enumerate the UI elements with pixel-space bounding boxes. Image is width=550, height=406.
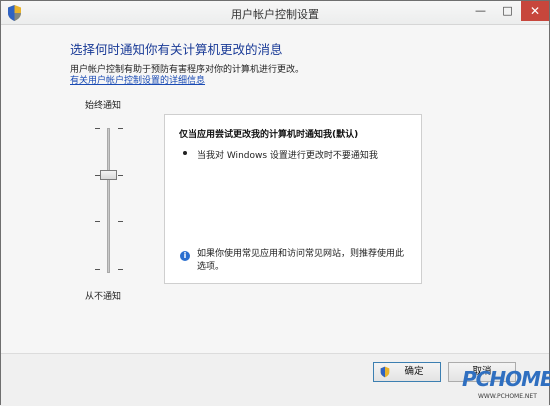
- bullet-dot: [183, 151, 187, 155]
- setting-bullet-text: 当我对 Windows 设置进行更改时不要通知我: [197, 151, 378, 161]
- title-bar: 用户帐户控制设置 — □ ✕: [1, 1, 549, 25]
- page-heading: 选择何时通知你有关计算机更改的消息: [70, 42, 283, 57]
- uac-shield-icon: [380, 366, 390, 378]
- minimize-button[interactable]: —: [467, 1, 494, 21]
- watermark: PCHOME WWW.PCHOME.NET: [456, 361, 550, 406]
- setting-description-panel: 仅当应用尝试更改我的计算机时通知我(默认) 当我对 Windows 设置进行更改…: [164, 114, 422, 284]
- slider-tick: [118, 269, 123, 270]
- slider-thumb[interactable]: [100, 170, 117, 180]
- maximize-button[interactable]: □: [494, 1, 521, 21]
- notification-slider-track[interactable]: [107, 128, 110, 273]
- slider-tick: [118, 221, 123, 222]
- watermark-url: WWW.PCHOME.NET: [478, 393, 537, 400]
- recommendation-text: 如果你使用常见应用和访问常见网站，则推荐使用此选项。: [197, 249, 405, 272]
- slider-tick: [118, 175, 123, 176]
- ok-button-label: 确定: [404, 366, 424, 377]
- help-link[interactable]: 有关用户帐户控制设置的详细信息: [70, 73, 205, 86]
- ok-button[interactable]: 确定: [373, 362, 441, 382]
- slider-tick: [95, 128, 100, 129]
- watermark-logo: PCHOME: [462, 367, 550, 391]
- slider-top-label: 始终通知: [85, 101, 122, 111]
- info-icon: i: [180, 251, 190, 261]
- slider-tick: [95, 269, 100, 270]
- close-button[interactable]: ✕: [521, 1, 549, 21]
- slider-tick: [118, 128, 123, 129]
- slider-bottom-label: 从不通知: [85, 292, 122, 302]
- uac-settings-window: 用户帐户控制设置 — □ ✕ 选择何时通知你有关计算机更改的消息 用户帐户控制有…: [0, 0, 550, 405]
- setting-title: 仅当应用尝试更改我的计算机时通知我(默认): [179, 130, 359, 140]
- slider-tick: [95, 221, 100, 222]
